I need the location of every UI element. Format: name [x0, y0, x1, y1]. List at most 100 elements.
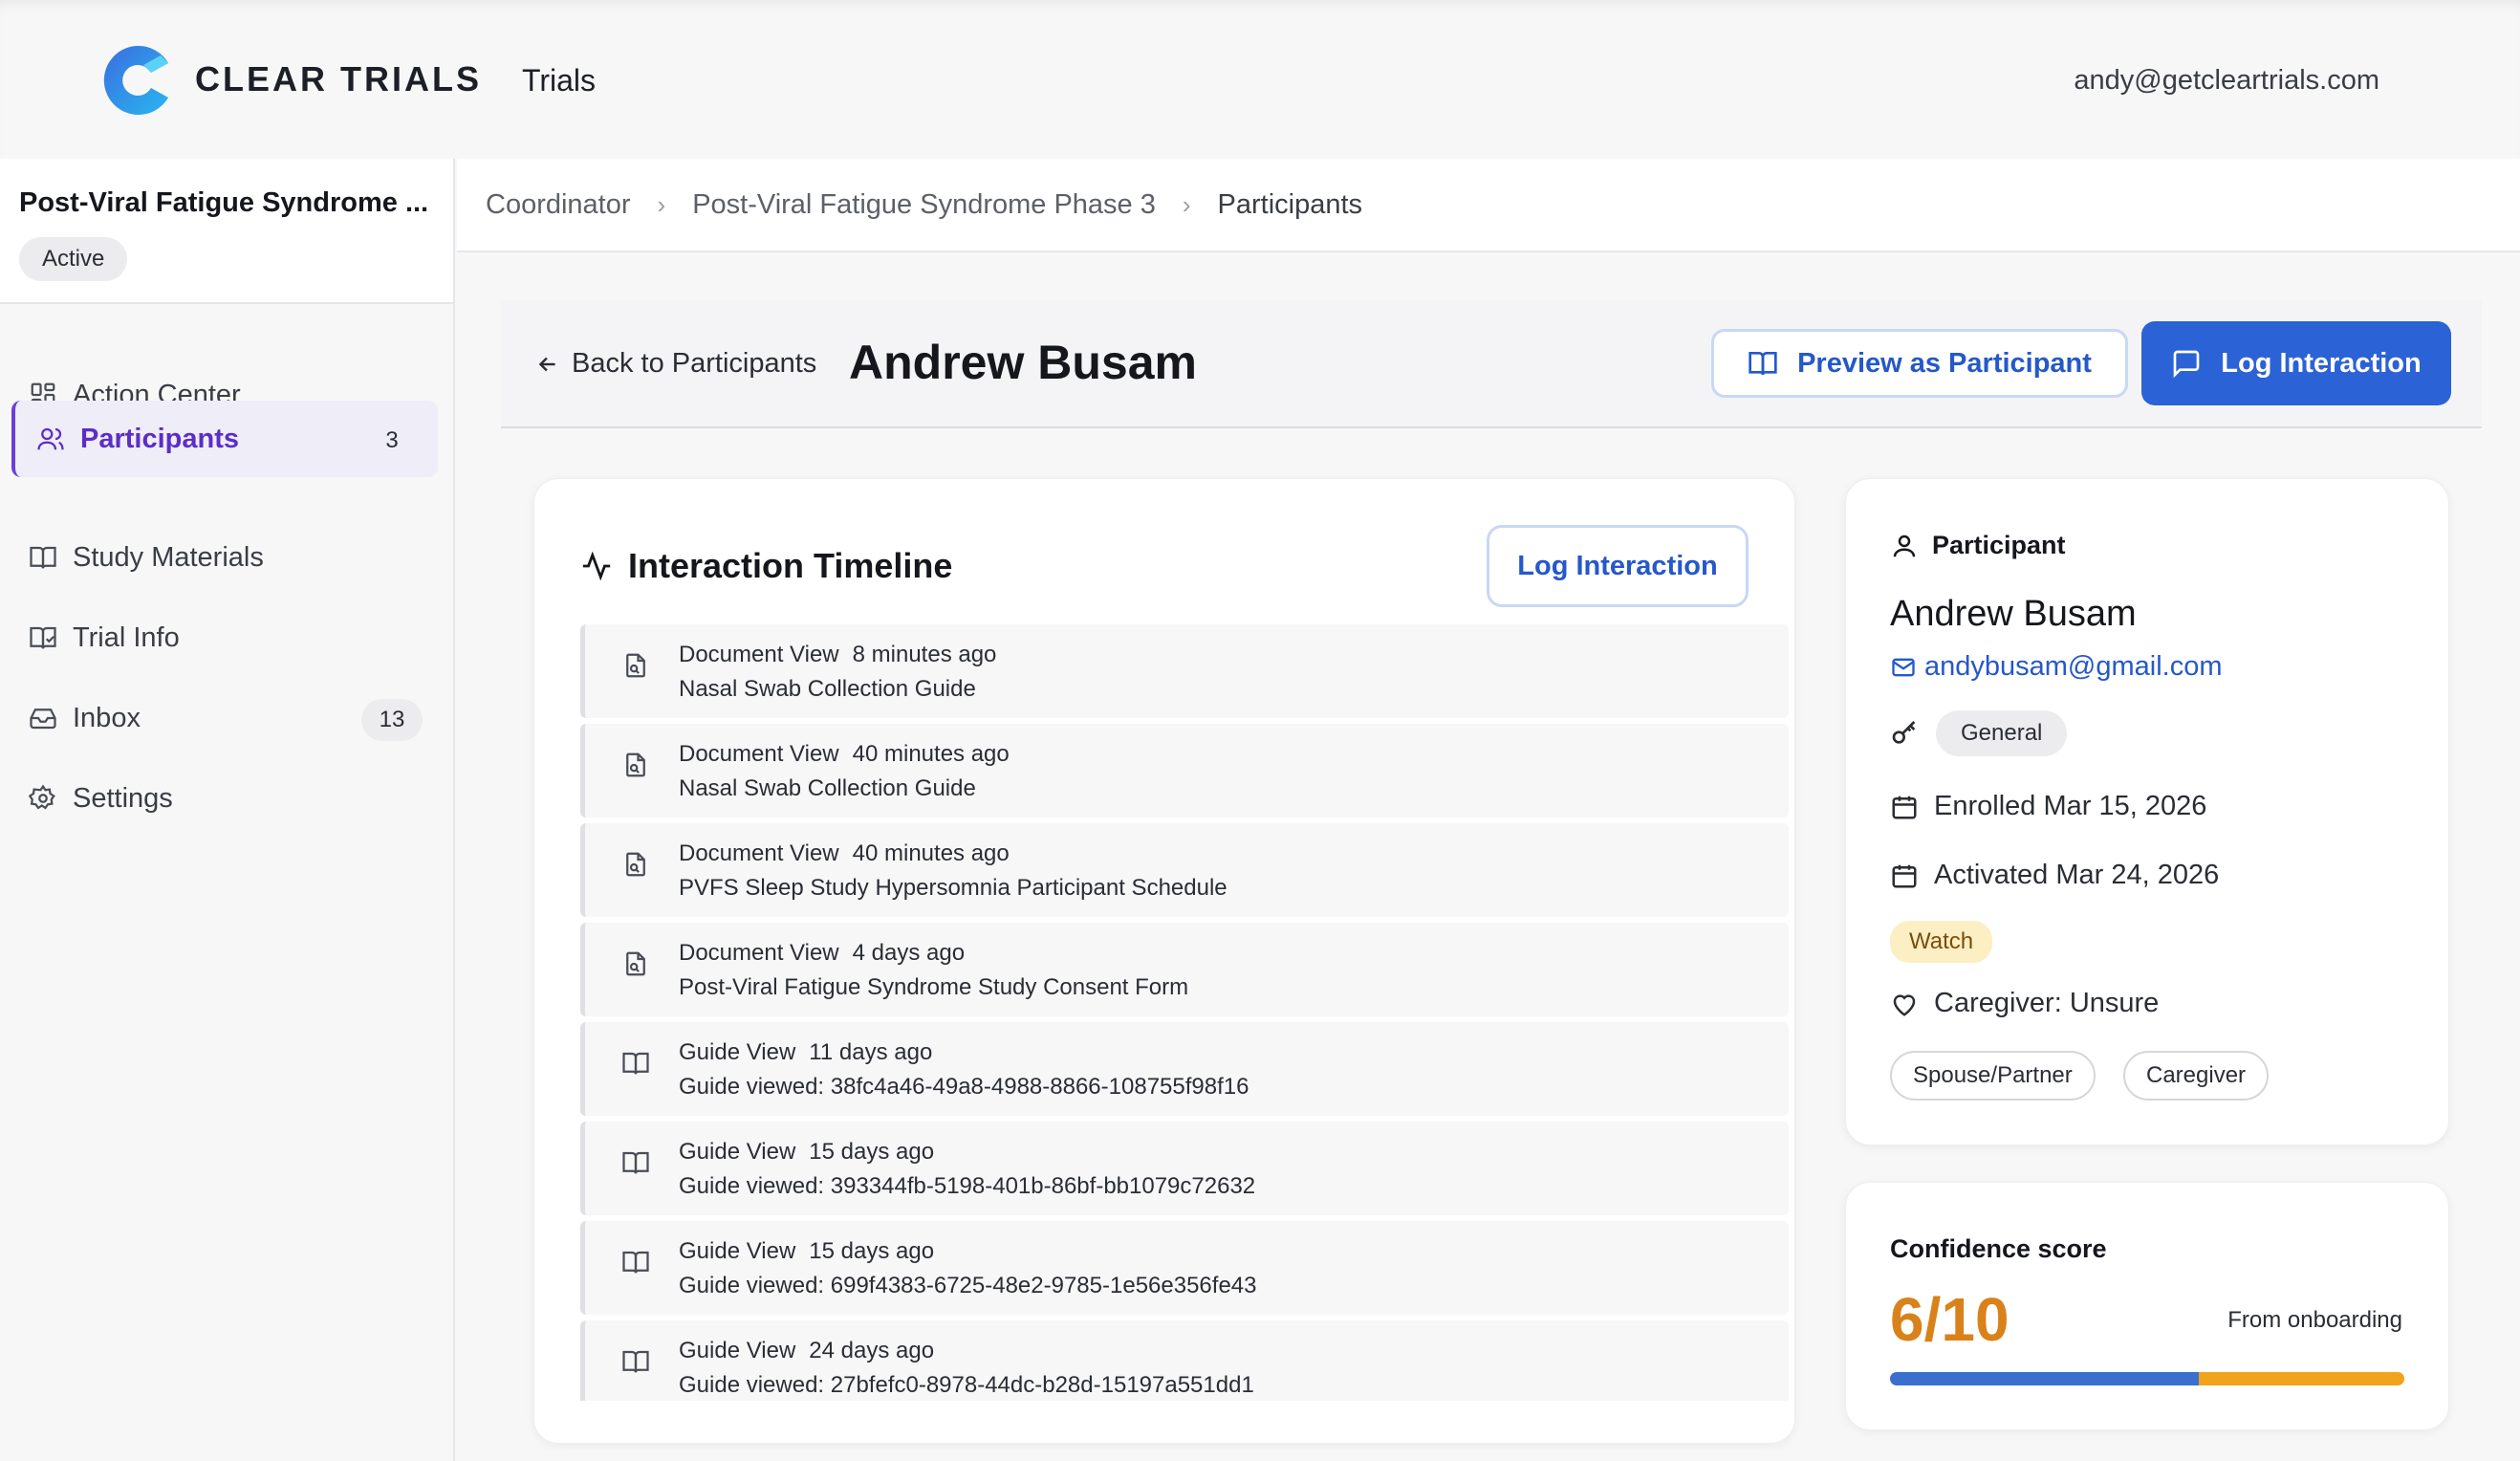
- sidebar-item-label: Settings: [73, 782, 173, 814]
- timeline-item-time: 40 minutes ago: [852, 840, 1010, 866]
- participant-name: Andrew Busam: [1890, 594, 2137, 634]
- timeline-item-type: Document View: [679, 940, 839, 966]
- inbox-count-badge: 13: [361, 699, 423, 741]
- preview-button-label: Preview as Participant: [1797, 347, 2092, 379]
- document-icon: [621, 651, 650, 680]
- relationship-chip-caregiver[interactable]: Caregiver: [2123, 1051, 2270, 1101]
- users-icon: [34, 423, 67, 455]
- timeline-item-type: Guide View: [679, 1139, 796, 1165]
- study-status-badge: Active: [19, 237, 128, 281]
- book-icon: [621, 1049, 650, 1078]
- message-square-icon: [2173, 350, 2200, 379]
- confidence-score-value: 6/10: [1890, 1285, 2009, 1354]
- document-icon: [621, 850, 650, 879]
- timeline-item-time: 15 days ago: [809, 1238, 935, 1264]
- sidebar-item-study-materials[interactable]: Study Materials: [11, 519, 438, 596]
- confidence-score-card: Confidence score 6/10 From onboarding: [1845, 1182, 2449, 1430]
- participants-count-badge: 3: [385, 427, 399, 453]
- mail-icon: [1892, 658, 1915, 676]
- document-icon: [621, 949, 650, 978]
- timeline-item-type: Guide View: [679, 1039, 796, 1065]
- breadcrumb-study[interactable]: Post-Viral Fatigue Syndrome Phase 3: [692, 189, 1156, 221]
- timeline-item-detail: Guide viewed: 393344fb-5198-401b-86bf-bb…: [679, 1173, 1256, 1199]
- timeline-item-detail: Guide viewed: 27bfefc0-8978-44dc-b28d-15…: [679, 1372, 1254, 1398]
- activated-row: Activated Mar 24, 2026: [1890, 860, 2219, 891]
- brand-name[interactable]: CLEAR TRIALS: [195, 59, 482, 99]
- back-link-label: Back to Participants: [572, 348, 817, 379]
- back-to-participants-link[interactable]: Back to Participants: [535, 348, 816, 380]
- timeline-title: Interaction Timeline: [580, 546, 952, 586]
- enrolled-date: Enrolled Mar 15, 2026: [1934, 791, 2207, 821]
- timeline-item[interactable]: Guide View 15 days ago Guide viewed: 39334…: [580, 1122, 1789, 1215]
- book-icon: [27, 541, 59, 574]
- sidebar-item-label: Participants: [80, 423, 239, 454]
- interaction-timeline-card: Interaction Timeline Log Interaction Doc…: [533, 478, 1795, 1444]
- timeline-item-detail: Guide viewed: 38fc4a46-49a8-4988-8866-10…: [679, 1074, 1249, 1100]
- timeline-item-detail: Guide viewed: 699f4383-6725-48e2-9785-1e…: [679, 1273, 1257, 1298]
- watch-status-badge: Watch: [1890, 921, 1993, 963]
- timeline-item[interactable]: Guide View 11 days ago Guide viewed: 38fc4…: [580, 1022, 1789, 1116]
- activity-icon: [582, 551, 611, 581]
- timeline-item-header: Guide View 24 days ago: [679, 1338, 934, 1364]
- participant-section-label: Participant: [1932, 531, 2066, 559]
- timeline-item-header: Document View 8 minutes ago: [679, 642, 996, 668]
- sidebar: Post-Viral Fatigue Syndrome ... Active A…: [0, 159, 455, 1461]
- breadcrumb-coordinator[interactable]: Coordinator: [486, 189, 631, 221]
- timeline-item-header: Document View 40 minutes ago: [679, 840, 1010, 867]
- participant-card: Participant Andrew Busam andybusam@gmail…: [1845, 478, 2449, 1145]
- book-icon: [621, 1148, 650, 1177]
- timeline-item[interactable]: Document View 4 days ago Post-Viral Fatigu…: [580, 923, 1789, 1016]
- book-icon: [621, 1347, 650, 1376]
- inbox-icon: [27, 702, 59, 734]
- top-bar: CLEAR TRIALS Trials andy@getcleartrials.…: [0, 0, 2520, 159]
- preview-as-participant-button[interactable]: Preview as Participant: [1711, 329, 2128, 398]
- gear-icon: [27, 782, 59, 815]
- caregiver-status: Caregiver: Unsure: [1934, 988, 2160, 1018]
- timeline-item[interactable]: Guide View 15 days ago Guide viewed: 699f4…: [580, 1221, 1789, 1315]
- sidebar-item-trial-info[interactable]: Trial Info: [11, 600, 438, 676]
- timeline-item-header: Document View 40 minutes ago: [679, 741, 1010, 768]
- timeline-list[interactable]: Document View 8 minutes ago Nasal Swab Col…: [580, 624, 1789, 1401]
- timeline-title-text: Interaction Timeline: [628, 546, 953, 585]
- log-button-label: Log Interaction: [2221, 347, 2422, 379]
- caregiver-row: Caregiver: Unsure: [1890, 988, 2159, 1019]
- participant-email-link[interactable]: andybusam@gmail.com: [1890, 651, 2223, 683]
- breadcrumb: Coordinator › Post-Viral Fatigue Syndrom…: [457, 159, 2520, 252]
- log-interaction-button[interactable]: Log Interaction: [2141, 321, 2451, 405]
- key-icon: [1892, 721, 1916, 744]
- document-icon: [621, 751, 650, 779]
- timeline-item[interactable]: Document View 8 minutes ago Nasal Swab Col…: [580, 624, 1789, 718]
- participant-section-title: Participant: [1890, 531, 2066, 560]
- timeline-item-time: 15 days ago: [809, 1139, 935, 1165]
- timeline-item[interactable]: Document View 40 minutes ago Nasal Swab Co…: [580, 724, 1789, 818]
- timeline-item-time: 4 days ago: [852, 940, 966, 966]
- sidebar-item-participants[interactable]: Participants 3: [11, 401, 438, 477]
- timeline-item-time: 24 days ago: [809, 1338, 935, 1363]
- access-row: General: [1890, 710, 2068, 756]
- timeline-log-interaction-button[interactable]: Log Interaction: [1487, 525, 1749, 607]
- chevron-right-icon: ›: [657, 189, 666, 219]
- arrow-left-icon: [538, 357, 555, 371]
- user-icon: [1893, 534, 1916, 556]
- timeline-item-type: Document View: [679, 741, 839, 767]
- sidebar-item-label: Inbox: [73, 702, 141, 733]
- user-email[interactable]: andy@getcleartrials.com: [2074, 65, 2379, 97]
- access-tag: General: [1936, 710, 2068, 756]
- timeline-item[interactable]: Document View 40 minutes ago PVFS Sleep St…: [580, 823, 1789, 917]
- sidebar-item-settings[interactable]: Settings: [11, 760, 438, 837]
- calendar-icon: [1892, 864, 1917, 887]
- nav-trials-link[interactable]: Trials: [522, 63, 596, 98]
- book-icon: [621, 1248, 650, 1276]
- activated-date: Activated Mar 24, 2026: [1934, 860, 2220, 890]
- study-header[interactable]: Post-Viral Fatigue Syndrome ... Active: [0, 159, 453, 304]
- page-title: Andrew Busam: [849, 336, 1197, 389]
- timeline-item-detail: Nasal Swab Collection Guide: [679, 676, 976, 702]
- sidebar-item-inbox[interactable]: Inbox 13: [11, 680, 438, 756]
- page-header: Back to Participants Andrew Busam Previe…: [501, 300, 2482, 428]
- relationship-chip-spouse[interactable]: Spouse/Partner: [1890, 1051, 2096, 1101]
- timeline-item-time: 8 minutes ago: [852, 642, 997, 667]
- clear-trials-logo-icon[interactable]: [101, 44, 174, 117]
- timeline-item[interactable]: Guide View 24 days ago Guide viewed: 27bfe…: [580, 1320, 1789, 1401]
- book-check-icon: [27, 621, 59, 654]
- participant-email-text: andybusam@gmail.com: [1924, 651, 2223, 682]
